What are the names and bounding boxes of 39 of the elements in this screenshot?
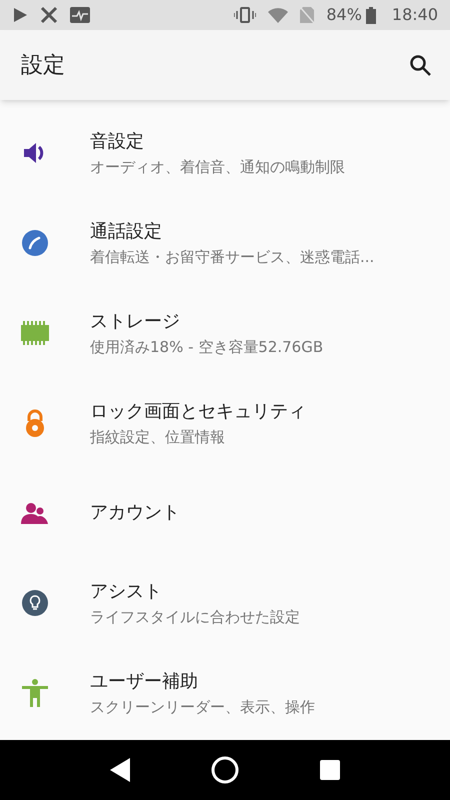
settings-item-title: ユーザー補助 [90,670,199,694]
settings-item[interactable]: 通話設定 着信転送・お留守番サービス、迷惑電話... [0,198,450,288]
settings-item[interactable]: ストレージ 使用済み18% - 空き容量52.76GB [0,288,450,378]
settings-item-subtitle: 指紋設定、位置情報 [90,426,226,446]
settings-item-subtitle: 使用済み18% - 空き容量52.76GB [90,336,324,356]
settings-item[interactable]: ロック画面とセキュリティ 指紋設定、位置情報 [0,378,450,468]
vibrate-icon [234,7,256,23]
padlock-icon [25,409,45,437]
settings-item-subtitle: オーディオ、着信音、通知の鳴動制限 [90,156,345,176]
wifi-icon [268,7,288,23]
battery-percent: 84% [326,4,362,26]
lightbulb-icon [22,590,48,616]
pulse-icon [70,7,90,23]
settings-item[interactable]: ユーザー補助 スクリーンリーダー、表示、操作 [0,648,450,738]
accessibility-icon [22,679,48,707]
play-store-icon [12,7,28,23]
settings-item-title: ロック画面とセキュリティ [90,400,306,424]
battery-icon [366,6,376,24]
clock: 18:40 [392,4,438,26]
people-icon [21,502,49,524]
settings-item[interactable]: アカウント [0,468,450,558]
chip-icon [21,321,49,345]
app-bar-title: 設定 [21,52,65,80]
phone-icon [22,230,48,256]
settings-item-subtitle: 着信転送・お留守番サービス、迷惑電話... [90,246,374,266]
recents-icon[interactable] [320,760,340,780]
settings-item-subtitle: ライフスタイルに合わせた設定 [90,606,300,626]
settings-item-title: 通話設定 [90,220,163,244]
settings-item-title: アシスト [90,580,163,604]
settings-item[interactable]: アシスト ライフスタイルに合わせた設定 [0,558,450,648]
settings-item-title: 音設定 [90,130,145,154]
home-icon[interactable] [210,756,239,784]
search-icon[interactable] [408,53,432,77]
back-icon[interactable] [110,758,130,782]
settings-item[interactable]: 音設定 オーディオ、着信音、通知の鳴動制限 [0,108,450,198]
no-sim-icon [300,7,314,23]
settings-item-subtitle: スクリーンリーダー、表示、操作 [90,696,315,716]
settings-item-title: ストレージ [90,310,181,334]
settings-item-title: アカウント [90,501,180,525]
